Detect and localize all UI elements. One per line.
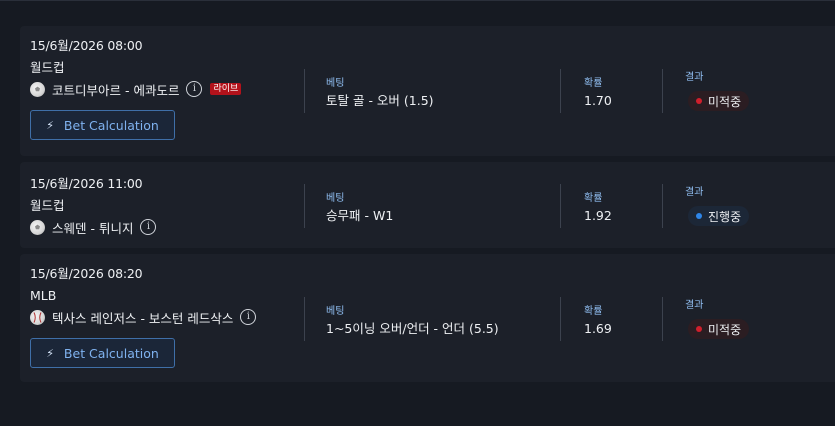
- lightning-icon: ⚡︎: [46, 346, 54, 360]
- status-badge: 진행중: [688, 206, 750, 226]
- column-divider: [304, 69, 305, 113]
- bet-selection: 1~5이닝 오버/언더 - 언더 (5.5): [326, 321, 499, 336]
- column-divider: [662, 69, 663, 113]
- status-badge: 미적중: [688, 91, 750, 111]
- column-divider: [304, 297, 305, 341]
- odds-label: 확률: [584, 78, 603, 89]
- match-teams: 스웨덴 - 튀니지 i: [30, 218, 157, 236]
- column-divider: [304, 184, 305, 228]
- column-divider: [560, 297, 561, 341]
- event-date: 15/6월/2026 08:20: [30, 266, 143, 281]
- teams-label: 텍사스 레인저스 - 보스턴 레드삭스: [52, 310, 234, 326]
- odds-value: 1.69: [584, 321, 612, 336]
- league-name: MLB: [30, 288, 57, 303]
- bet-event-info: 15/6월/2026 08:20 MLB 텍사스 레인저스 - 보스턴 레드삭스…: [30, 266, 257, 368]
- column-divider: [662, 297, 663, 341]
- status-text: 미적중: [708, 322, 742, 337]
- bet-event-info: 15/6월/2026 11:00 월드컵 스웨덴 - 튀니지 i: [30, 176, 157, 236]
- bet-calculation-button[interactable]: ⚡︎ Bet Calculation: [30, 110, 175, 140]
- result-label: 결과: [685, 72, 704, 83]
- bet-label: 베팅: [326, 306, 345, 317]
- odds-label: 확률: [584, 193, 603, 204]
- soccer-ball-icon: [30, 81, 45, 97]
- result-label: 결과: [685, 300, 704, 311]
- odds-value: 1.92: [584, 208, 612, 223]
- column-divider: [560, 184, 561, 228]
- result-label: 결과: [685, 187, 704, 198]
- bet-calculation-label: Bet Calculation: [63, 117, 159, 133]
- bet-event-info: 15/6월/2026 08:00 월드컵 코트디부아르 - 에콰도르 i 라이브…: [30, 38, 242, 140]
- info-icon[interactable]: i: [140, 219, 157, 235]
- teams-label: 스웨덴 - 튀니지: [52, 220, 134, 236]
- league-name: 월드컵: [30, 198, 65, 213]
- status-text: 진행중: [708, 209, 742, 224]
- odds-label: 확률: [584, 306, 603, 317]
- event-date: 15/6월/2026 11:00: [30, 176, 143, 191]
- column-divider: [662, 184, 663, 228]
- baseball-icon: [30, 309, 45, 325]
- teams-label: 코트디부아르 - 에콰도르: [52, 82, 180, 98]
- status-dot: [696, 213, 702, 219]
- bet-selection: 승무패 - W1: [326, 208, 394, 223]
- status-dot: [696, 326, 702, 332]
- status-text: 미적중: [708, 94, 742, 109]
- bet-history-list: 15/6월/2026 08:00 월드컵 코트디부아르 - 에콰도르 i 라이브…: [20, 26, 835, 388]
- league-name: 월드컵: [30, 60, 65, 75]
- status-dot: [696, 98, 702, 104]
- info-icon[interactable]: i: [186, 81, 203, 97]
- bet-label: 베팅: [326, 193, 345, 204]
- lightning-icon: ⚡︎: [46, 118, 54, 132]
- bet-card: 15/6월/2026 11:00 월드컵 스웨덴 - 튀니지 i 베팅 승무패 …: [20, 162, 835, 248]
- info-icon[interactable]: i: [240, 309, 257, 325]
- match-teams: 코트디부아르 - 에콰도르 i 라이브: [30, 80, 242, 98]
- odds-value: 1.70: [584, 93, 612, 108]
- top-divider: [0, 0, 835, 1]
- status-badge: 미적중: [688, 319, 750, 339]
- bet-calculation-button[interactable]: ⚡︎ Bet Calculation: [30, 338, 175, 368]
- match-teams: 텍사스 레인저스 - 보스턴 레드삭스 i: [30, 308, 257, 326]
- bet-label: 베팅: [326, 78, 345, 89]
- soccer-ball-icon: [30, 219, 45, 235]
- bet-card: 15/6월/2026 08:20 MLB 텍사스 레인저스 - 보스턴 레드삭스…: [20, 254, 835, 382]
- column-divider: [560, 69, 561, 113]
- live-badge: 라이브: [210, 83, 242, 95]
- event-date: 15/6월/2026 08:00: [30, 38, 143, 53]
- bet-card: 15/6월/2026 08:00 월드컵 코트디부아르 - 에콰도르 i 라이브…: [20, 26, 835, 156]
- bet-calculation-label: Bet Calculation: [63, 345, 159, 361]
- bet-selection: 토탈 골 - 오버 (1.5): [326, 93, 434, 108]
